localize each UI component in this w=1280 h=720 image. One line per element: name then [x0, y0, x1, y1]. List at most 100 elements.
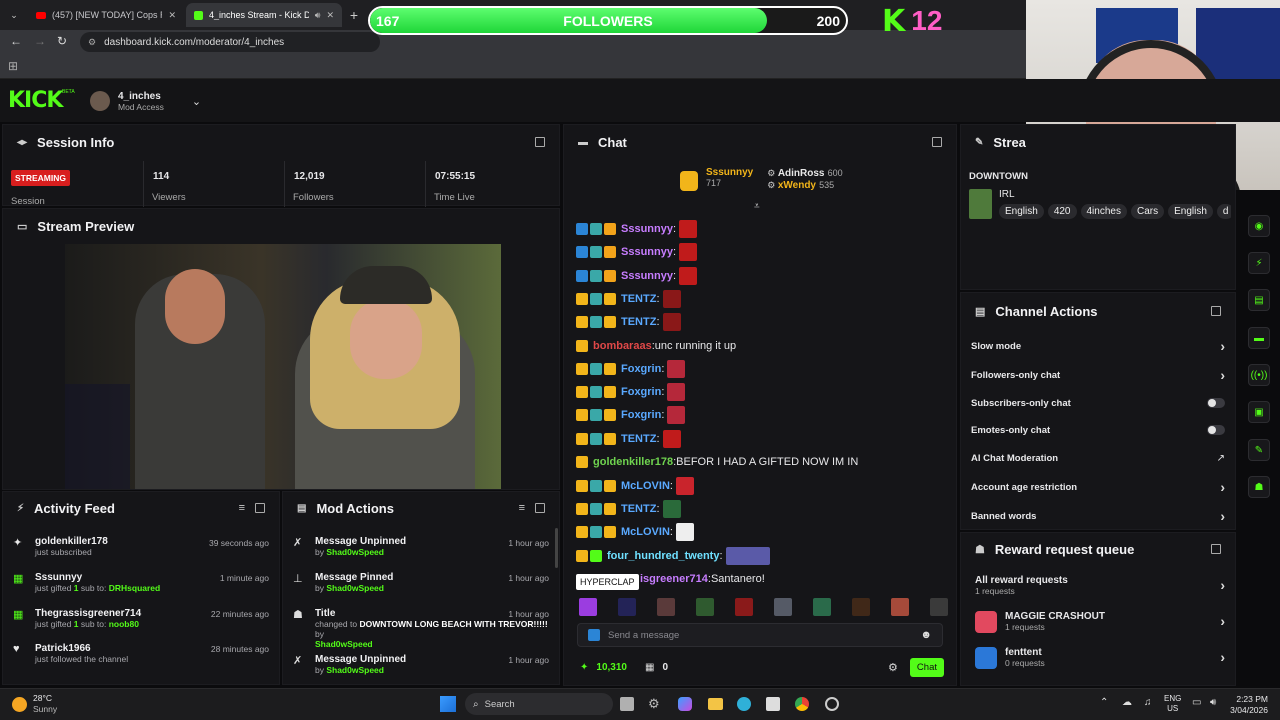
- language-indicator[interactable]: ENG US: [1164, 694, 1181, 714]
- chat-username[interactable]: goldenkiller178: [593, 456, 673, 468]
- pinned-toggle-icon[interactable]: ⩡: [754, 201, 760, 212]
- sidebar-icon-activity[interactable]: ⚡︎: [1248, 252, 1270, 274]
- popout-icon[interactable]: [535, 137, 545, 147]
- chevron-right-icon[interactable]: ›: [1220, 649, 1225, 665]
- toggle-switch[interactable]: [1207, 425, 1225, 435]
- chat-username[interactable]: TENTZ: [621, 293, 656, 305]
- chat-username[interactable]: Sssunnyy: [621, 270, 673, 282]
- tag[interactable]: d: [1216, 204, 1231, 219]
- popout-icon[interactable]: [1211, 306, 1221, 316]
- volume-icon[interactable]: 🔊︎: [1210, 697, 1216, 708]
- settings-app-icon[interactable]: ⚙: [648, 696, 660, 712]
- chat-username[interactable]: Foxgrin: [621, 409, 661, 421]
- emote-icon[interactable]: [662, 313, 681, 331]
- leader-name[interactable]: AdinRoss: [778, 168, 825, 179]
- channel-action-row[interactable]: AI Chat Moderation ↗: [961, 451, 1235, 465]
- mic-icon[interactable]: ♫: [1144, 697, 1152, 708]
- chat-username[interactable]: TENTZ: [621, 503, 656, 515]
- emote-icon[interactable]: [675, 523, 694, 541]
- emote-icon[interactable]: [667, 383, 686, 401]
- sidebar-icon-chat[interactable]: ▬: [1248, 327, 1270, 349]
- kick-logo[interactable]: KICK: [8, 88, 63, 113]
- external-link-icon[interactable]: ↗: [1217, 453, 1225, 464]
- sidebar-icon-broadcast[interactable]: ((•)): [1248, 364, 1270, 386]
- emote-icon[interactable]: [667, 406, 686, 424]
- chat-username[interactable]: Sssunnyy: [621, 223, 673, 235]
- chat-username[interactable]: bombaraas: [593, 340, 652, 352]
- forward-icon[interactable]: →: [34, 34, 46, 48]
- display-icon[interactable]: ▭: [1192, 697, 1201, 708]
- popout-icon[interactable]: [932, 137, 942, 147]
- scrollbar[interactable]: [555, 528, 558, 568]
- tab-list-icon[interactable]: ⌄: [6, 7, 22, 23]
- new-tab-button[interactable]: +: [346, 7, 362, 23]
- channel-action-row[interactable]: Subscribers-only chat: [961, 396, 1235, 410]
- stream-video[interactable]: [65, 244, 501, 489]
- toggle-switch[interactable]: [1207, 398, 1225, 408]
- chat-username[interactable]: Foxgrin: [621, 386, 661, 398]
- leader-name[interactable]: Sssunnyy: [706, 167, 753, 178]
- store-icon[interactable]: [766, 697, 780, 711]
- popout-icon[interactable]: [535, 503, 545, 513]
- chat-username[interactable]: four_hundred_twenty: [607, 550, 719, 562]
- emote-icon[interactable]: [930, 598, 948, 616]
- tag[interactable]: 4inches: [1080, 204, 1127, 219]
- emote-icon[interactable]: [679, 243, 698, 261]
- channel-action-row[interactable]: Banned words ›: [961, 508, 1235, 524]
- sidebar-icon-stream-info[interactable]: ▣: [1248, 401, 1270, 423]
- mod-user[interactable]: Shad0wSpeed: [326, 583, 384, 593]
- emote-icon[interactable]: [852, 598, 870, 616]
- chat-send-button[interactable]: Chat: [909, 657, 944, 677]
- copilot-icon[interactable]: [678, 697, 692, 711]
- popout-icon[interactable]: [255, 503, 265, 513]
- tag[interactable]: English: [999, 204, 1044, 219]
- chat-username[interactable]: McLOVIN: [621, 526, 670, 538]
- channel-action-row[interactable]: Emotes-only chat: [961, 423, 1235, 437]
- browser-tab-kick[interactable]: 4_inches Stream - Kick Dash... 🔊︎ ✕: [186, 3, 342, 27]
- url-field[interactable]: ⚙ dashboard.kick.com/moderator/4_inches: [80, 32, 380, 52]
- file-explorer-icon[interactable]: [708, 698, 723, 710]
- weather-widget[interactable]: 28°C Sunny: [12, 693, 57, 715]
- channel-action-row[interactable]: Slow mode ›: [961, 338, 1235, 354]
- emote-icon[interactable]: [725, 547, 770, 565]
- tag[interactable]: 420: [1047, 204, 1077, 219]
- emote-icon[interactable]: [679, 267, 698, 285]
- reward-row-all[interactable]: All reward requests 1 requests ›: [975, 575, 1225, 596]
- tag[interactable]: Cars: [1130, 204, 1165, 219]
- chat-username[interactable]: TENTZ: [621, 433, 656, 445]
- mod-user[interactable]: Shad0wSpeed: [326, 547, 384, 557]
- feed-user[interactable]: goldenkiller178: [35, 536, 108, 547]
- command-icon[interactable]: [588, 629, 600, 641]
- sidebar-icon-tools[interactable]: ✎: [1248, 439, 1270, 461]
- taskbar-search[interactable]: ⌕ Search: [465, 693, 613, 715]
- chrome-icon[interactable]: [795, 697, 809, 711]
- emoji-icon[interactable]: ☻: [920, 629, 932, 641]
- category-label[interactable]: IRL: [999, 189, 1015, 200]
- emote-icon[interactable]: [657, 598, 675, 616]
- emote-icon[interactable]: [735, 598, 753, 616]
- emote-icon[interactable]: [696, 598, 714, 616]
- filter-icon[interactable]: ≡: [519, 502, 525, 514]
- sidebar-icon-mod-actions[interactable]: ▤: [1248, 289, 1270, 311]
- back-icon[interactable]: ←: [10, 34, 22, 48]
- clock[interactable]: 2:23 PM 3/04/2026: [1226, 694, 1268, 716]
- feed-user[interactable]: Patrick1966: [35, 643, 128, 654]
- mod-user[interactable]: Shad0wSpeed: [326, 665, 384, 675]
- reward-row[interactable]: MAGGIE CRASHOUT 1 requests ›: [975, 611, 1225, 633]
- task-view-icon[interactable]: [620, 697, 634, 711]
- browser-tab-youtube[interactable]: (457) [NEW TODAY] Cops Relo... ✕: [28, 3, 184, 27]
- leader-name[interactable]: xWendy: [778, 180, 816, 191]
- feed-recipient[interactable]: DRHsquared: [109, 583, 160, 593]
- filter-icon[interactable]: ≡: [239, 502, 245, 514]
- chevron-right-icon[interactable]: ›: [1220, 338, 1225, 354]
- tray-chevron-icon[interactable]: ⌃: [1100, 697, 1108, 708]
- reload-icon[interactable]: ↻: [57, 34, 67, 48]
- chevron-right-icon[interactable]: ›: [1220, 367, 1225, 383]
- emote-icon[interactable]: [675, 477, 694, 495]
- chat-username[interactable]: Sssunnyy: [621, 246, 673, 258]
- obs-icon[interactable]: [825, 697, 839, 711]
- reward-row[interactable]: fenttent 0 requests ›: [975, 647, 1225, 669]
- gift-icon[interactable]: ▦: [645, 662, 654, 673]
- emote-icon[interactable]: [667, 360, 686, 378]
- chat-username[interactable]: McLOVIN: [621, 480, 670, 492]
